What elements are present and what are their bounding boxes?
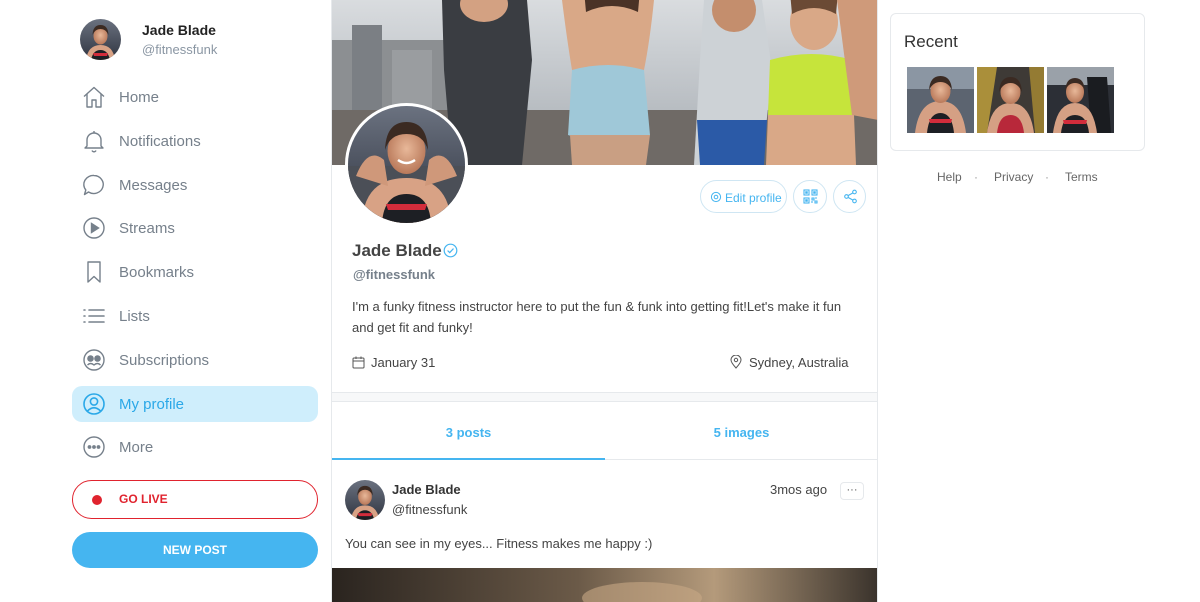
live-dot-icon	[92, 495, 102, 505]
verified-badge-icon	[443, 243, 458, 258]
sidebar-user-handle: @fitnessfunk	[142, 42, 218, 57]
nav-item-messages[interactable]: Messages	[72, 167, 318, 203]
calendar-icon	[352, 356, 365, 369]
nav-label-subscriptions: Subscriptions	[119, 351, 210, 369]
footer-link-terms[interactable]: Terms	[1065, 170, 1098, 184]
nav-item-streams[interactable]: Streams	[72, 210, 318, 246]
profile-bio: I'm a funky fitness instructor here to p…	[352, 299, 842, 335]
new-post-button[interactable]: NEW POST	[72, 532, 318, 568]
tab-images[interactable]: 5 images	[605, 403, 877, 460]
section-divider	[332, 392, 877, 402]
profile-name: Jade Blade	[352, 241, 442, 260]
nav-item-notifications[interactable]: Notifications	[72, 123, 318, 159]
main-nav: Home Notifications Messages Streams Book…	[72, 79, 318, 473]
profile-location: Sydney, Australia	[749, 355, 849, 370]
nav-label-streams: Streams	[119, 220, 175, 238]
profile-date: January 31	[371, 355, 436, 370]
avatar[interactable]	[80, 19, 121, 60]
footer-separator: ·	[1045, 170, 1049, 184]
nav-item-more[interactable]: More	[72, 429, 318, 465]
user-circle-icon	[83, 392, 105, 415]
sidebar-user-card[interactable]: Jade Blade @fitnessfunk	[80, 19, 318, 63]
go-live-button[interactable]: GO LIVE	[72, 480, 318, 519]
share-button[interactable]	[833, 180, 866, 213]
footer-link-privacy[interactable]: Privacy	[994, 170, 1033, 184]
nav-label-messages: Messages	[119, 176, 188, 194]
recent-thumbnail[interactable]	[907, 67, 974, 133]
post-text: You can see in my eyes... Fitness makes …	[345, 536, 653, 551]
recent-thumbnail[interactable]	[1047, 67, 1114, 133]
recent-media-panel: Recent	[890, 13, 1145, 151]
nav-label-home: Home	[119, 89, 160, 106]
location-pin-icon	[730, 355, 742, 369]
footer-link-help[interactable]: Help	[937, 170, 962, 184]
edit-profile-label: Edit profile	[725, 191, 782, 205]
post-more-button[interactable]: ···	[840, 482, 864, 500]
subscriptions-icon	[83, 349, 105, 371]
profile-tabs: 3 posts 5 images	[332, 403, 877, 460]
nav-item-subscriptions[interactable]: Subscriptions	[72, 342, 318, 378]
profile-handle: @fitnessfunk	[353, 267, 436, 282]
nav-item-lists[interactable]: Lists	[72, 298, 318, 334]
tab-images-label: 5 images	[713, 425, 770, 440]
nav-label-notifications: Notifications	[119, 132, 201, 150]
tab-posts[interactable]: 3 posts	[332, 403, 605, 460]
sidebar-user-name[interactable]: Jade Blade	[142, 22, 216, 38]
play-circle-icon	[83, 217, 105, 240]
nav-item-my-profile[interactable]: My profile	[72, 385, 318, 422]
nav-label-lists: Lists	[119, 307, 150, 325]
post-avatar[interactable]	[345, 480, 385, 520]
post-timestamp: 3mos ago	[770, 482, 828, 497]
new-post-label: NEW POST	[162, 543, 227, 557]
gear-icon	[710, 191, 722, 203]
profile-avatar[interactable]	[345, 103, 468, 226]
nav-item-bookmarks[interactable]: Bookmarks	[72, 254, 318, 290]
bell-icon	[84, 130, 104, 153]
post-card: Jade Blade @fitnessfunk 3mos ago ··· You…	[332, 461, 877, 602]
chat-bubble-icon	[83, 174, 104, 195]
profile-main: Edit profile Jade Blade @fitnessfunk I'm…	[331, 0, 878, 602]
go-live-label: GO LIVE	[119, 492, 168, 506]
post-author-handle: @fitnessfunk	[392, 502, 468, 517]
nav-item-home[interactable]: Home	[72, 79, 318, 115]
qr-code-icon	[803, 189, 818, 204]
nav-label-my-profile: My profile	[119, 395, 185, 413]
nav-label-bookmarks: Bookmarks	[119, 264, 195, 282]
post-author-name[interactable]: Jade Blade	[392, 482, 461, 497]
bookmark-icon	[87, 261, 101, 283]
more-circle-icon	[83, 436, 105, 459]
nav-label-more: More	[119, 439, 154, 457]
list-icon	[83, 309, 105, 323]
qr-code-button[interactable]	[793, 180, 827, 213]
tab-posts-label: 3 posts	[445, 425, 492, 440]
share-icon	[844, 189, 857, 204]
post-image[interactable]	[332, 568, 877, 602]
sidebar: Jade Blade @fitnessfunk Home Notificatio…	[72, 0, 318, 602]
footer-separator: ·	[974, 170, 978, 184]
recent-title: Recent	[904, 32, 958, 51]
edit-profile-button[interactable]: Edit profile	[700, 180, 787, 213]
home-icon	[83, 86, 105, 108]
footer-links: Help · Privacy · Terms	[890, 170, 1145, 186]
recent-thumbnail[interactable]	[977, 67, 1044, 133]
